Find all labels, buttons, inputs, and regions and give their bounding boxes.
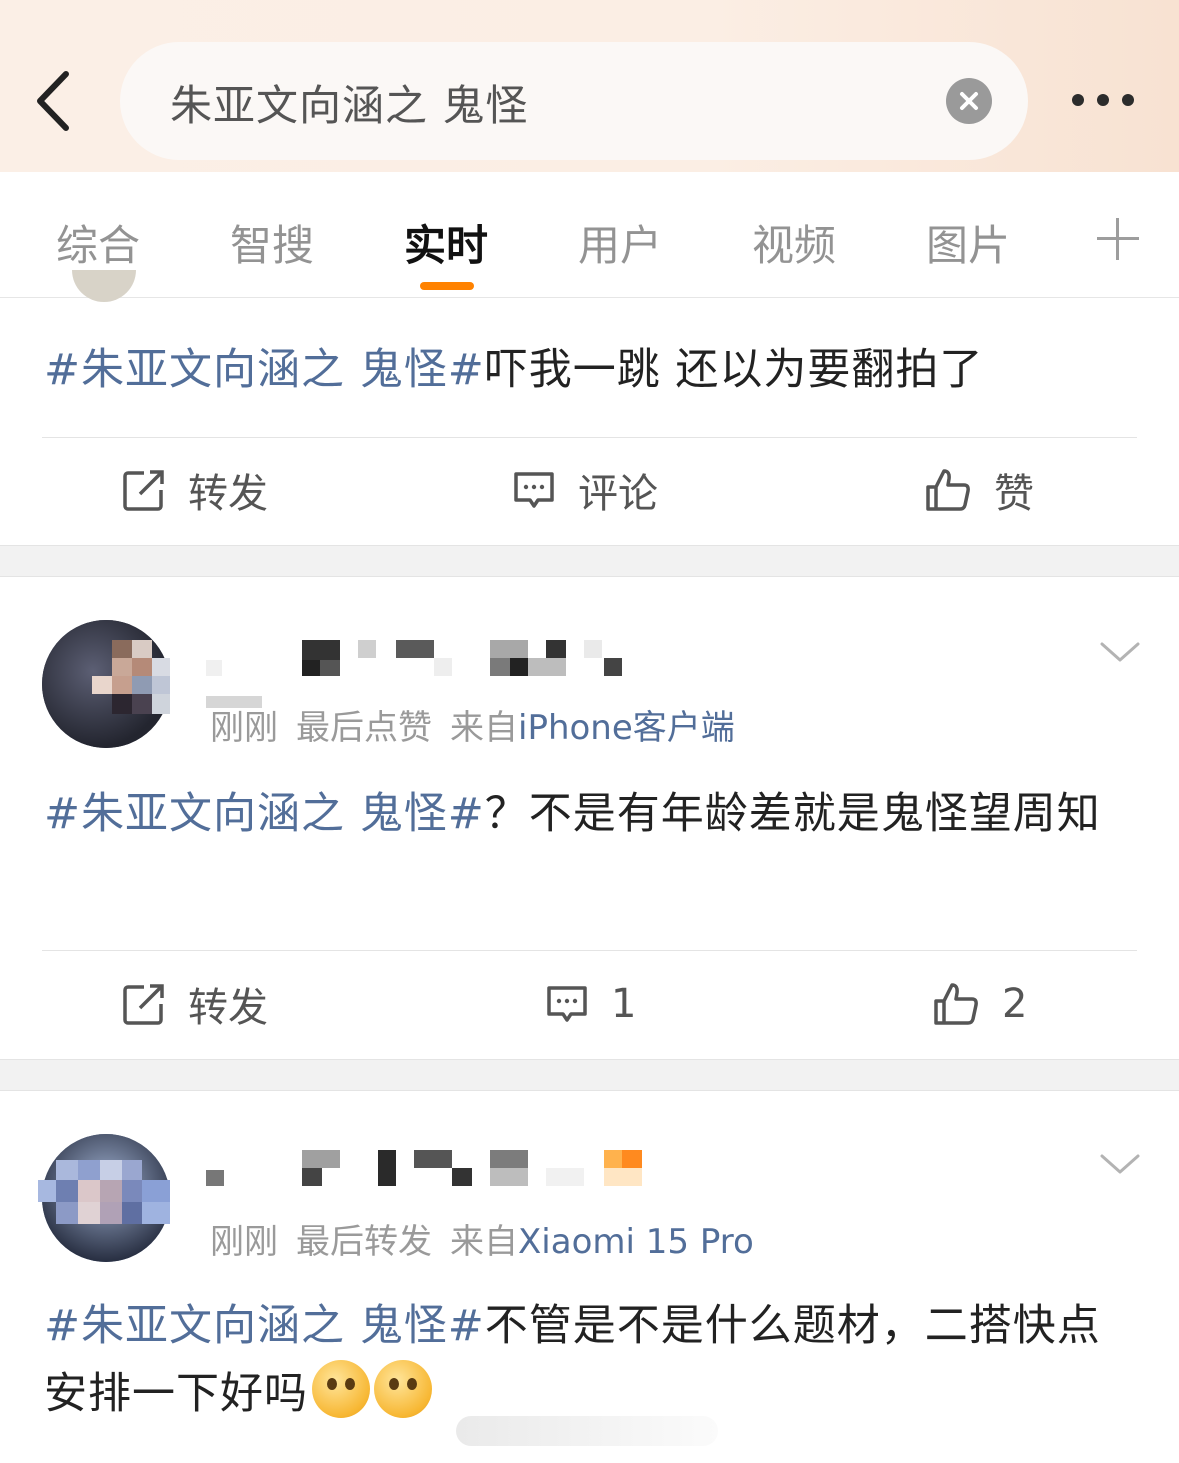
like-button[interactable]: 2 — [932, 974, 1027, 1034]
comment-count: 1 — [611, 981, 637, 1027]
dot-icon — [1097, 94, 1109, 106]
tab-realtime[interactable]: 实时 — [404, 212, 488, 273]
tab-users[interactable]: 用户 — [578, 212, 662, 273]
repost-button[interactable]: 转发 — [122, 974, 268, 1034]
like-label: 赞 — [994, 471, 1034, 517]
clear-search-button[interactable] — [946, 78, 992, 124]
hashtag-link[interactable]: #朱亚文向涵之 鬼怪# — [44, 1301, 485, 1351]
repost-icon — [123, 470, 164, 511]
active-tab-indicator — [420, 282, 474, 290]
post-separator — [0, 1059, 1179, 1091]
comment-icon — [547, 986, 587, 1022]
dot-icon — [1122, 94, 1134, 106]
tab-videos[interactable]: 视频 — [752, 212, 836, 273]
crying-face-emoji-icon — [374, 1360, 432, 1418]
search-header: 朱亚文向涵之 鬼怪 — [0, 0, 1179, 172]
divider — [42, 437, 1137, 438]
post-interaction: 最后转发 — [296, 1222, 432, 1262]
post-interaction: 最后点赞 — [296, 708, 432, 748]
repost-label: 转发 — [188, 985, 268, 1031]
divider — [42, 950, 1137, 951]
post-from-label: 来自 — [450, 708, 518, 748]
tab-smart-search[interactable]: 智搜 — [230, 212, 314, 273]
search-query-text: 朱亚文向涵之 鬼怪 — [170, 81, 529, 130]
repost-label: 转发 — [188, 471, 268, 517]
post-time: 刚刚 — [210, 708, 278, 748]
comment-label: 评论 — [578, 471, 658, 517]
dot-icon — [1072, 94, 1084, 106]
post-text: #朱亚文向涵之 鬼怪#吓我一跳 还以为要翻拍了 — [44, 336, 1144, 404]
post-source[interactable]: iPhone客户端 — [518, 708, 735, 748]
post-meta: 刚刚 最后转发 来自Xiaomi 15 Pro — [210, 1214, 754, 1263]
post-meta: 刚刚 最后点赞 来自iPhone客户端 — [210, 700, 735, 749]
watermark — [456, 1416, 718, 1446]
comment-button[interactable]: 评论 — [512, 460, 658, 520]
more-options-button[interactable] — [1068, 84, 1138, 116]
post-separator — [0, 545, 1179, 577]
thumbs-up-icon — [926, 469, 970, 511]
crying-face-emoji-icon — [312, 1360, 370, 1418]
post-time: 刚刚 — [210, 1222, 278, 1262]
post-from-label: 来自 — [450, 1222, 518, 1262]
search-input[interactable]: 朱亚文向涵之 鬼怪 — [120, 42, 1028, 160]
comment-icon — [514, 472, 554, 508]
thumbs-up-icon — [934, 983, 978, 1025]
tab-comprehensive[interactable]: 综合 — [56, 212, 140, 273]
like-count: 2 — [1002, 981, 1028, 1027]
search-tabs: 综合 智搜 实时 用户 视频 图片 — [0, 172, 1179, 298]
post-source[interactable]: Xiaomi 15 Pro — [518, 1222, 754, 1262]
like-button[interactable]: 赞 — [924, 460, 1034, 520]
comment-button[interactable]: 1 — [545, 974, 636, 1034]
repost-icon — [123, 984, 164, 1025]
post-body: ？不是有年龄差就是鬼怪望周知 — [484, 789, 1101, 839]
chevron-down-icon[interactable] — [1098, 1152, 1142, 1176]
post-text: #朱亚文向涵之 鬼怪#？不是有年龄差就是鬼怪望周知 — [44, 780, 1144, 848]
back-button[interactable] — [28, 66, 84, 136]
chevron-left-icon — [37, 71, 69, 131]
chevron-down-icon[interactable] — [1098, 640, 1142, 664]
hashtag-link[interactable]: #朱亚文向涵之 鬼怪# — [44, 789, 485, 839]
tab-images[interactable]: 图片 — [926, 212, 1010, 273]
repost-button[interactable]: 转发 — [122, 460, 268, 520]
close-icon — [960, 92, 978, 110]
hashtag-link[interactable]: #朱亚文向涵之 鬼怪# — [44, 345, 485, 395]
post-text: #朱亚文向涵之 鬼怪#不管是不是什么题材，二搭快点安排一下好吗 — [44, 1292, 1144, 1428]
post-body: 吓我一跳 还以为要翻拍了 — [484, 345, 984, 395]
add-tab-plus-icon[interactable] — [1097, 218, 1139, 260]
